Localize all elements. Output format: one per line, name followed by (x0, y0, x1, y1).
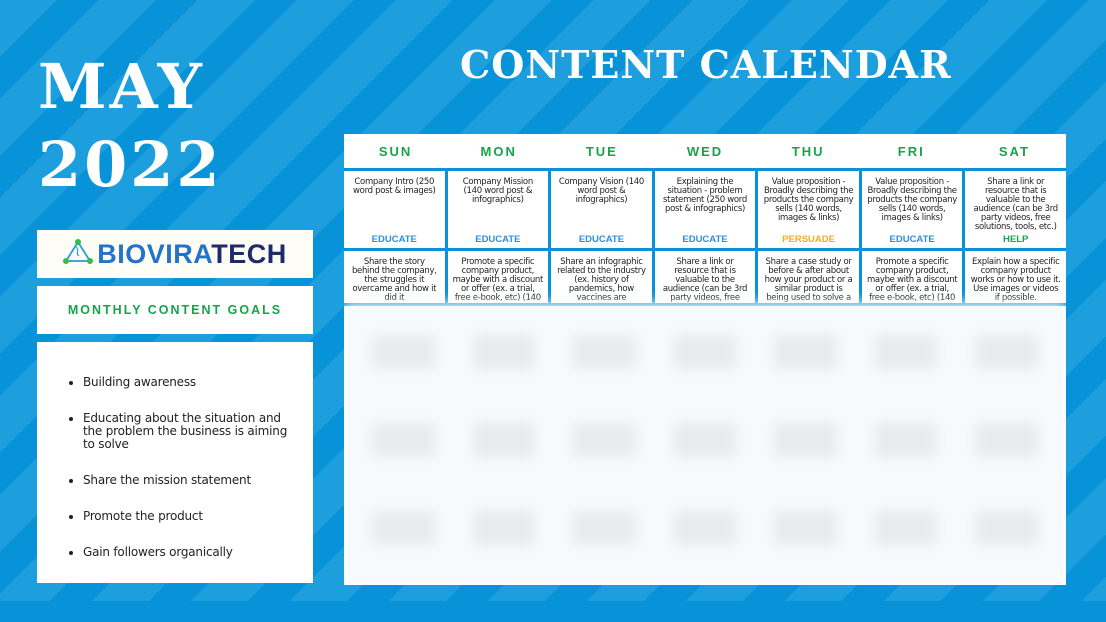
blurred-cell (472, 423, 536, 457)
goal-item: Building awareness (83, 376, 293, 389)
blurred-cell (472, 511, 536, 545)
blurred-cell (372, 335, 435, 369)
calendar-cell: Share an infographic related to the indu… (551, 251, 652, 303)
logo-text: BIOVIRATECH (97, 239, 287, 270)
blurred-cell (975, 335, 1038, 369)
calendar-cell: Share a link or resource that is valuabl… (965, 171, 1066, 248)
day-header-mon: MON (480, 143, 517, 159)
calendar-cell: Share the story behind the company, the … (344, 251, 445, 303)
calendar-week-1: Company Intro (250 word post & images) ED… (344, 171, 1066, 251)
goals-list-panel: Building awareness Educating about the s… (37, 342, 313, 583)
cell-text: Company Intro (250 word post & images) (353, 177, 436, 196)
cell-text: Share a link or resource that is valuabl… (973, 177, 1059, 232)
month-year-heading: MAY 2022 (38, 48, 223, 204)
cell-text: Explaining the situation - problem state… (663, 177, 747, 214)
cell-text: Explain how a specific company product w… (970, 257, 1061, 303)
calendar-cell: Share a link or resource that is valuabl… (654, 251, 756, 303)
blurred-cell (874, 335, 938, 369)
calendar-day-headers: SUN MON TUE WED THU FRI SAT (344, 134, 1066, 171)
goal-item: Share the mission statement (83, 474, 293, 487)
blurred-cell (673, 511, 737, 545)
cell-text: Value proposition - Broadly describing t… (763, 177, 854, 223)
day-header-thu: THU (791, 143, 825, 159)
goals-title: MONTHLY CONTENT GOALS (37, 286, 313, 334)
category-label: HELP (1003, 234, 1029, 245)
triangle-molecule-icon (63, 238, 94, 270)
day-header-tue: TUE (585, 143, 618, 159)
goal-item: Promote the product (83, 510, 293, 523)
blurred-cell (573, 335, 636, 369)
blurred-cell (774, 335, 837, 369)
page-title: CONTENT CALENDAR (460, 42, 952, 87)
day-header-sun: SUN (378, 143, 413, 159)
blurred-cell (573, 511, 636, 545)
day-header-wed: WED (686, 143, 724, 159)
cell-text: Share an infographic related to the indu… (557, 257, 646, 303)
blurred-calendar-weeks (344, 303, 1066, 585)
category-label: EDUCATE (682, 234, 728, 245)
blurred-cell (975, 423, 1038, 457)
calendar-cell: Company Vision (140 word post & infograp… (551, 171, 652, 248)
cell-text: Promote a specific company product, mayb… (452, 257, 544, 303)
goal-item: Educating about the situation and the pr… (83, 412, 293, 451)
calendar-cell: Value proposition - Broadly describing t… (861, 171, 963, 248)
blurred-cell (372, 511, 435, 545)
category-label: EDUCATE (475, 234, 521, 245)
calendar-cell: Promote a specific company product, mayb… (861, 251, 963, 303)
blurred-cell (573, 423, 636, 457)
calendar-cell: Explain how a specific company product w… (965, 251, 1066, 303)
cell-text: Share a link or resource that is valuabl… (662, 257, 748, 303)
cell-text: Share the story behind the company, the … (351, 257, 437, 303)
cell-text: Company Mission (140 word post & infogra… (462, 177, 533, 205)
calendar-cell: Company Intro (250 word post & images) ED… (344, 171, 445, 248)
category-label: PERSUADE (782, 234, 835, 245)
blurred-cell (774, 511, 837, 545)
calendar-cell: Explaining the situation - problem state… (654, 171, 756, 248)
bottom-band (0, 601, 1106, 622)
cell-text: Share a case study or before & after abo… (764, 257, 853, 303)
cell-text: Value proposition - Broadly describing t… (867, 177, 957, 223)
goals-list: Building awareness Educating about the s… (37, 376, 293, 582)
goal-item: Gain followers organically (83, 546, 293, 559)
calendar-cell: Value proposition - Broadly describing t… (758, 171, 859, 248)
blurred-cell (472, 335, 536, 369)
logo-text-part1: BIOVIRA (97, 238, 212, 269)
blurred-cell (673, 423, 737, 457)
blurred-cell (372, 423, 435, 457)
cell-text: Company Vision (140 word post & infograp… (558, 177, 644, 205)
year-label: 2022 (38, 128, 223, 201)
day-header-sat: SAT (998, 143, 1030, 159)
calendar-cell: Company Mission (140 word post & infogra… (447, 171, 549, 248)
category-label: EDUCATE (889, 234, 935, 245)
day-header-fri: FRI (897, 143, 925, 159)
category-label: EDUCATE (371, 234, 417, 245)
calendar-cell: Share a case study or before & after abo… (758, 251, 859, 303)
calendar-cell: Promote a specific company product, mayb… (447, 251, 549, 303)
blurred-grid (344, 303, 1066, 585)
blurred-cell (874, 511, 938, 545)
category-label: EDUCATE (578, 234, 625, 245)
company-logo: BIOVIRATECH (37, 230, 313, 278)
blurred-cell (874, 423, 938, 457)
content-calendar: SUN MON TUE WED THU FRI SAT Company Intr… (344, 134, 1066, 585)
logo-text-part2: TECH (211, 238, 287, 269)
month-label: MAY (38, 50, 205, 123)
cell-text: Promote a specific company product, mayb… (866, 257, 958, 303)
blurred-cell (975, 511, 1038, 545)
blurred-cell (774, 423, 837, 457)
blurred-cell (673, 335, 737, 369)
calendar-week-2: Share the story behind the company, the … (344, 251, 1066, 306)
